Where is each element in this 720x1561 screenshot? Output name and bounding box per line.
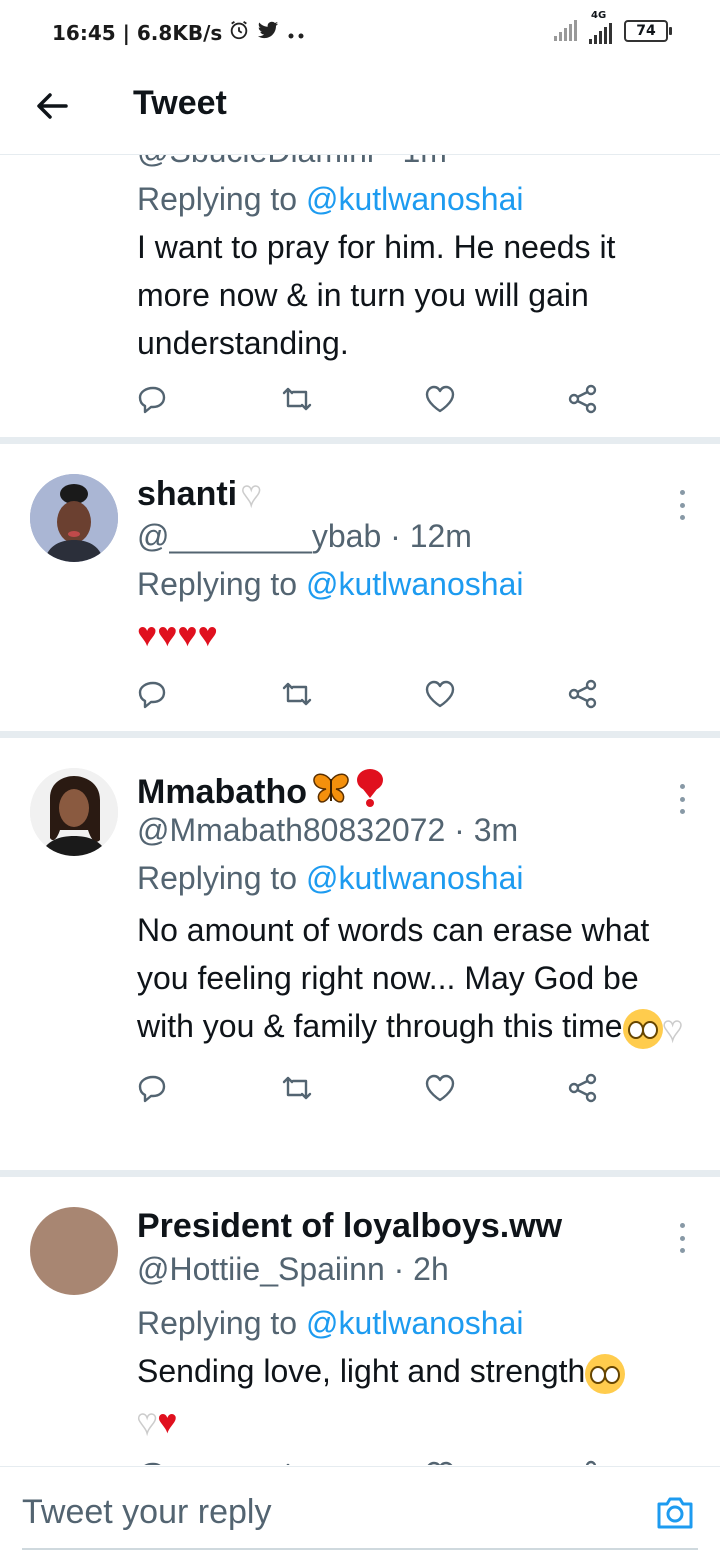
share-icon[interactable] [567, 1072, 603, 1108]
reply-icon[interactable] [137, 383, 173, 419]
tweet-divider [0, 1170, 720, 1177]
more-options-icon[interactable] [672, 490, 692, 520]
back-arrow-icon[interactable] [34, 88, 70, 124]
battery-icon: 74 [624, 20, 672, 42]
avatar[interactable] [30, 1207, 118, 1295]
white-heart-icon: ♥ [136, 1402, 158, 1442]
mention-link[interactable]: @kutlwanoshai [306, 181, 523, 217]
reply-input[interactable]: Tweet your reply [22, 1493, 271, 1532]
red-heart-icon: ♥ [137, 615, 158, 654]
white-heart-icon: ♥ [662, 1009, 684, 1049]
more-notifications-icon [286, 21, 306, 45]
butterfly-icon [311, 771, 351, 814]
page-title: Tweet [133, 84, 227, 122]
display-name[interactable]: Mmabatho [137, 768, 385, 817]
red-heart-icon: ♥ [197, 615, 218, 654]
pleading-face-icon [622, 1008, 663, 1049]
share-icon[interactable] [567, 383, 603, 419]
replying-prefix: Replying to [137, 181, 298, 217]
tweet-divider [0, 731, 720, 738]
like-icon[interactable] [424, 383, 460, 419]
camera-icon[interactable] [655, 1495, 695, 1531]
tweet-actions [137, 678, 607, 714]
signal-icon [554, 20, 577, 41]
more-options-icon[interactable] [672, 1223, 692, 1253]
status-right: 4G 74 [554, 10, 672, 44]
battery-level: 74 [636, 23, 656, 39]
tweet-text: No amount of words can erase what you fe… [137, 864, 697, 1050]
more-options-icon[interactable] [672, 784, 692, 814]
display-name[interactable]: President of loyalboys.ww [137, 1207, 562, 1246]
tweet-handle[interactable]: @Mmabath80832072 · 3m [137, 812, 518, 849]
reply-icon[interactable] [137, 678, 173, 714]
tweet-actions [137, 1459, 607, 1465]
tweet-text: I want to pray for him. He needs it more… [137, 229, 616, 361]
retweet-icon[interactable] [280, 383, 316, 419]
retweet-icon[interactable] [280, 1072, 316, 1108]
tweet-actions [137, 383, 607, 419]
reply-icon[interactable] [137, 1459, 173, 1465]
status-left: 16:45 | 6.8KB/s [52, 19, 306, 46]
retweet-icon[interactable] [280, 1459, 316, 1465]
display-name[interactable]: shanti ♥ [137, 474, 262, 514]
tweet-text-content: Sending love, light and strength [137, 1353, 586, 1389]
replying-to: Replying to @kutlwanoshai [137, 181, 523, 218]
replying-prefix: Replying to [137, 1305, 298, 1341]
alarm-icon [228, 19, 250, 46]
mention-link[interactable]: @kutlwanoshai [306, 1305, 523, 1341]
tweet-text: Sending love, light and strength ♥♥ [136, 1347, 697, 1443]
red-heart-icon: ♥ [157, 1402, 178, 1441]
reply-input-underline [22, 1548, 698, 1550]
tweet-handle[interactable]: @________ybab · 12m [137, 518, 472, 555]
replying-to: Replying to @kutlwanoshai [137, 566, 523, 603]
like-icon[interactable] [424, 1072, 460, 1108]
display-name-text[interactable]: Mmabatho [137, 773, 307, 812]
like-icon[interactable] [424, 678, 460, 714]
network-type-label: 4G [591, 10, 607, 21]
pleading-face-icon [585, 1353, 626, 1394]
signal-4g-icon: 4G [589, 10, 612, 44]
white-heart-icon: ♥ [240, 474, 262, 514]
app-bar: Tweet [0, 66, 720, 155]
reply-icon[interactable] [137, 1072, 173, 1108]
share-icon[interactable] [567, 1459, 603, 1465]
tweet-text-content: No amount of words can erase what you fe… [137, 912, 650, 1044]
avatar[interactable] [30, 474, 118, 562]
red-heart-icon: ♥ [177, 615, 198, 654]
replies-feed[interactable]: @SbucieDlamini · 1m Replying to @kutlwan… [0, 155, 720, 1465]
tweet-actions [137, 1072, 607, 1108]
mention-link[interactable]: @kutlwanoshai [306, 566, 523, 602]
tweet-handle[interactable]: @SbucieDlamini · 1m [137, 155, 447, 170]
tweet-card[interactable]: shanti ♥ @________ybab · 12m Replying to… [0, 444, 720, 731]
tweet-divider [0, 437, 720, 444]
display-name-text[interactable]: President of loyalboys.ww [137, 1207, 562, 1246]
status-time-speed: 16:45 | 6.8KB/s [52, 20, 223, 45]
replying-prefix: Replying to [137, 566, 298, 602]
avatar[interactable] [30, 768, 118, 856]
retweet-icon[interactable] [280, 678, 316, 714]
tweet-card[interactable]: @SbucieDlamini · 1m Replying to @kutlwan… [0, 155, 720, 437]
display-name-text[interactable]: shanti [137, 475, 237, 514]
replying-to: Replying to @kutlwanoshai [137, 1305, 523, 1342]
tweet-text: ♥♥♥♥ [137, 608, 697, 656]
red-heart-icon: ♥ [157, 615, 178, 654]
reply-composer: Tweet your reply [0, 1466, 720, 1561]
tweet-handle[interactable]: @Hottiie_Spaiinn · 2h [137, 1251, 449, 1288]
red-exclamation-icon [355, 768, 385, 817]
tweet-card[interactable]: President of loyalboys.ww @Hottiie_Spaii… [0, 1177, 720, 1465]
status-bar: 16:45 | 6.8KB/s 4G 74 [0, 0, 720, 66]
share-icon[interactable] [567, 678, 603, 714]
twitter-bird-icon [256, 19, 280, 46]
like-icon[interactable] [424, 1459, 460, 1465]
tweet-card[interactable]: Mmabatho @Mmabath80832072 · 3m Replying … [0, 738, 720, 1170]
